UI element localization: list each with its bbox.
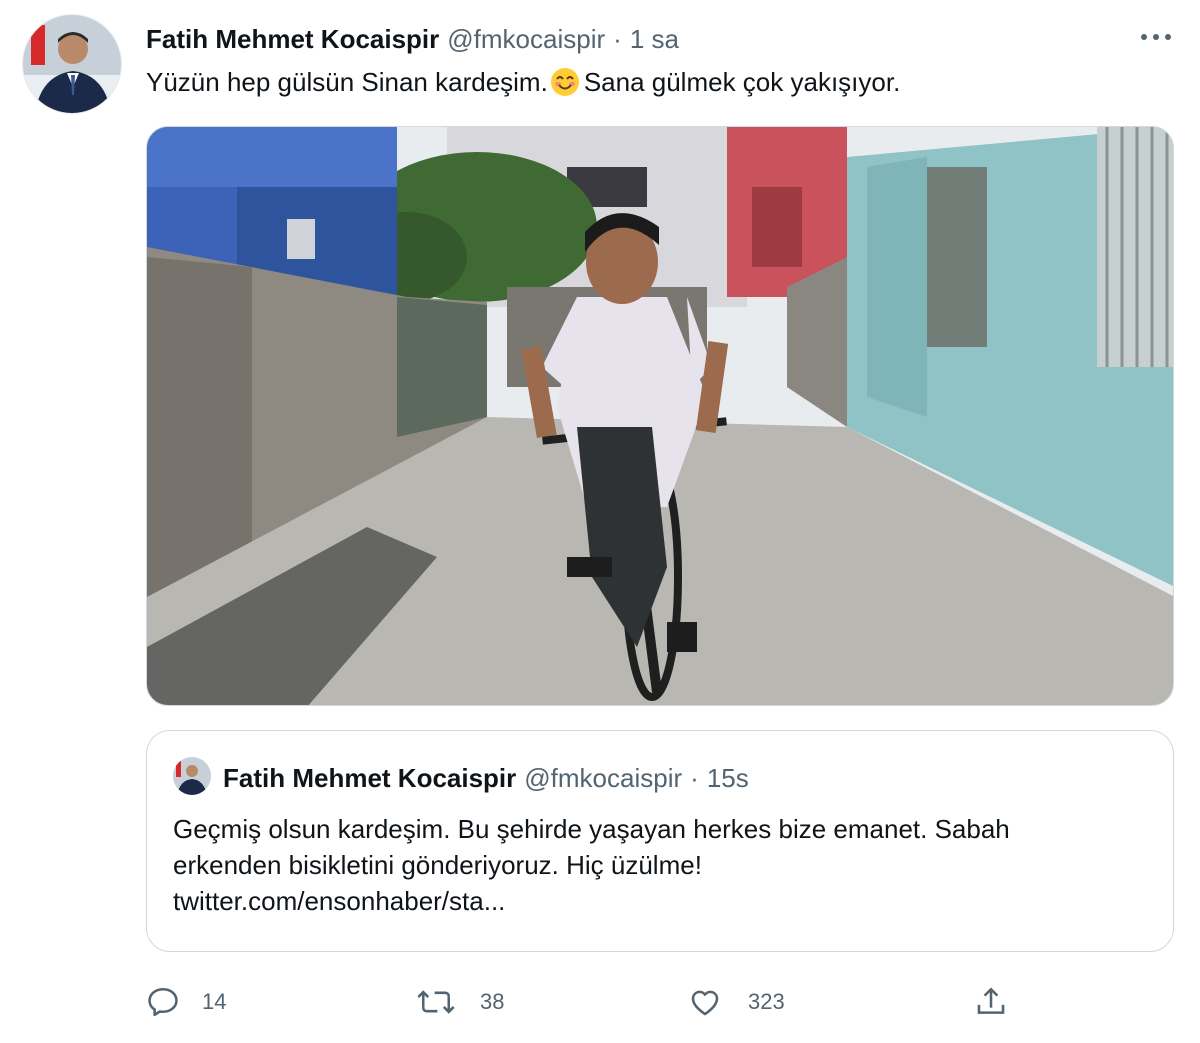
tweet-text-part1: Yüzün hep gülsün Sinan kardeşim. [146, 67, 548, 97]
separator-dot: · [690, 762, 699, 793]
more-horizontal-icon[interactable] [1138, 22, 1174, 52]
retweet-count: 38 [480, 989, 505, 1014]
retweet-icon [416, 985, 456, 1019]
quoted-author-avatar[interactable] [173, 757, 211, 795]
quoted-tweet[interactable]: Fatih Mehmet Kocaispir @fmkocaispir · 15… [146, 730, 1174, 952]
quoted-author-name[interactable]: Fatih Mehmet Kocaispir [223, 763, 516, 794]
quoted-text-line: Geçmiş olsun kardeşim. Bu şehirde yaşaya… [173, 814, 1010, 844]
more-dot [1141, 34, 1147, 40]
reply-button[interactable]: 14 [146, 980, 226, 1024]
like-count: 323 [748, 989, 785, 1014]
author-avatar[interactable] [22, 14, 122, 114]
tweet-header: Fatih Mehmet Kocaispir @fmkocaispir · 1 … [146, 22, 679, 56]
tweet-timestamp[interactable]: 1 sa [630, 24, 679, 55]
more-dot [1165, 34, 1171, 40]
more-dot [1153, 34, 1159, 40]
reply-icon [146, 985, 180, 1019]
quoted-link[interactable]: twitter.com/ensonhaber/sta... [173, 883, 1153, 919]
quoted-text-line: erkenden bisikletini gönderiyoruz. Hiç ü… [173, 850, 702, 880]
retweet-button[interactable]: 38 [416, 980, 504, 1024]
like-button[interactable]: 323 [688, 980, 785, 1024]
quoted-author-handle[interactable]: @fmkocaispir [524, 763, 682, 794]
tweet-photo[interactable] [146, 126, 1174, 706]
author-handle[interactable]: @fmkocaispir [447, 24, 605, 55]
tweet-text: Yüzün hep gülsün Sinan kardeşim. Sana gül… [146, 64, 900, 100]
author-name[interactable]: Fatih Mehmet Kocaispir [146, 24, 439, 55]
share-button[interactable] [974, 980, 1008, 1024]
tweet-text-part2: Sana gülmek çok yakışıyor. [583, 67, 901, 97]
share-icon [974, 985, 1008, 1019]
quoted-tweet-text: Geçmiş olsun kardeşim. Bu şehirde yaşaya… [173, 811, 1153, 919]
reply-count: 14 [202, 989, 227, 1014]
separator-dot: · [613, 23, 622, 54]
smiling-face-emoji-icon [550, 67, 580, 97]
quoted-tweet-timestamp[interactable]: 15s [707, 763, 749, 794]
quoted-tweet-header: Fatih Mehmet Kocaispir @fmkocaispir · 15… [223, 761, 749, 795]
tweet: Fatih Mehmet Kocaispir @fmkocaispir · 1 … [0, 0, 1200, 1043]
heart-icon [688, 985, 722, 1019]
tweet-action-bar: 14 38 323 [146, 980, 1174, 1024]
